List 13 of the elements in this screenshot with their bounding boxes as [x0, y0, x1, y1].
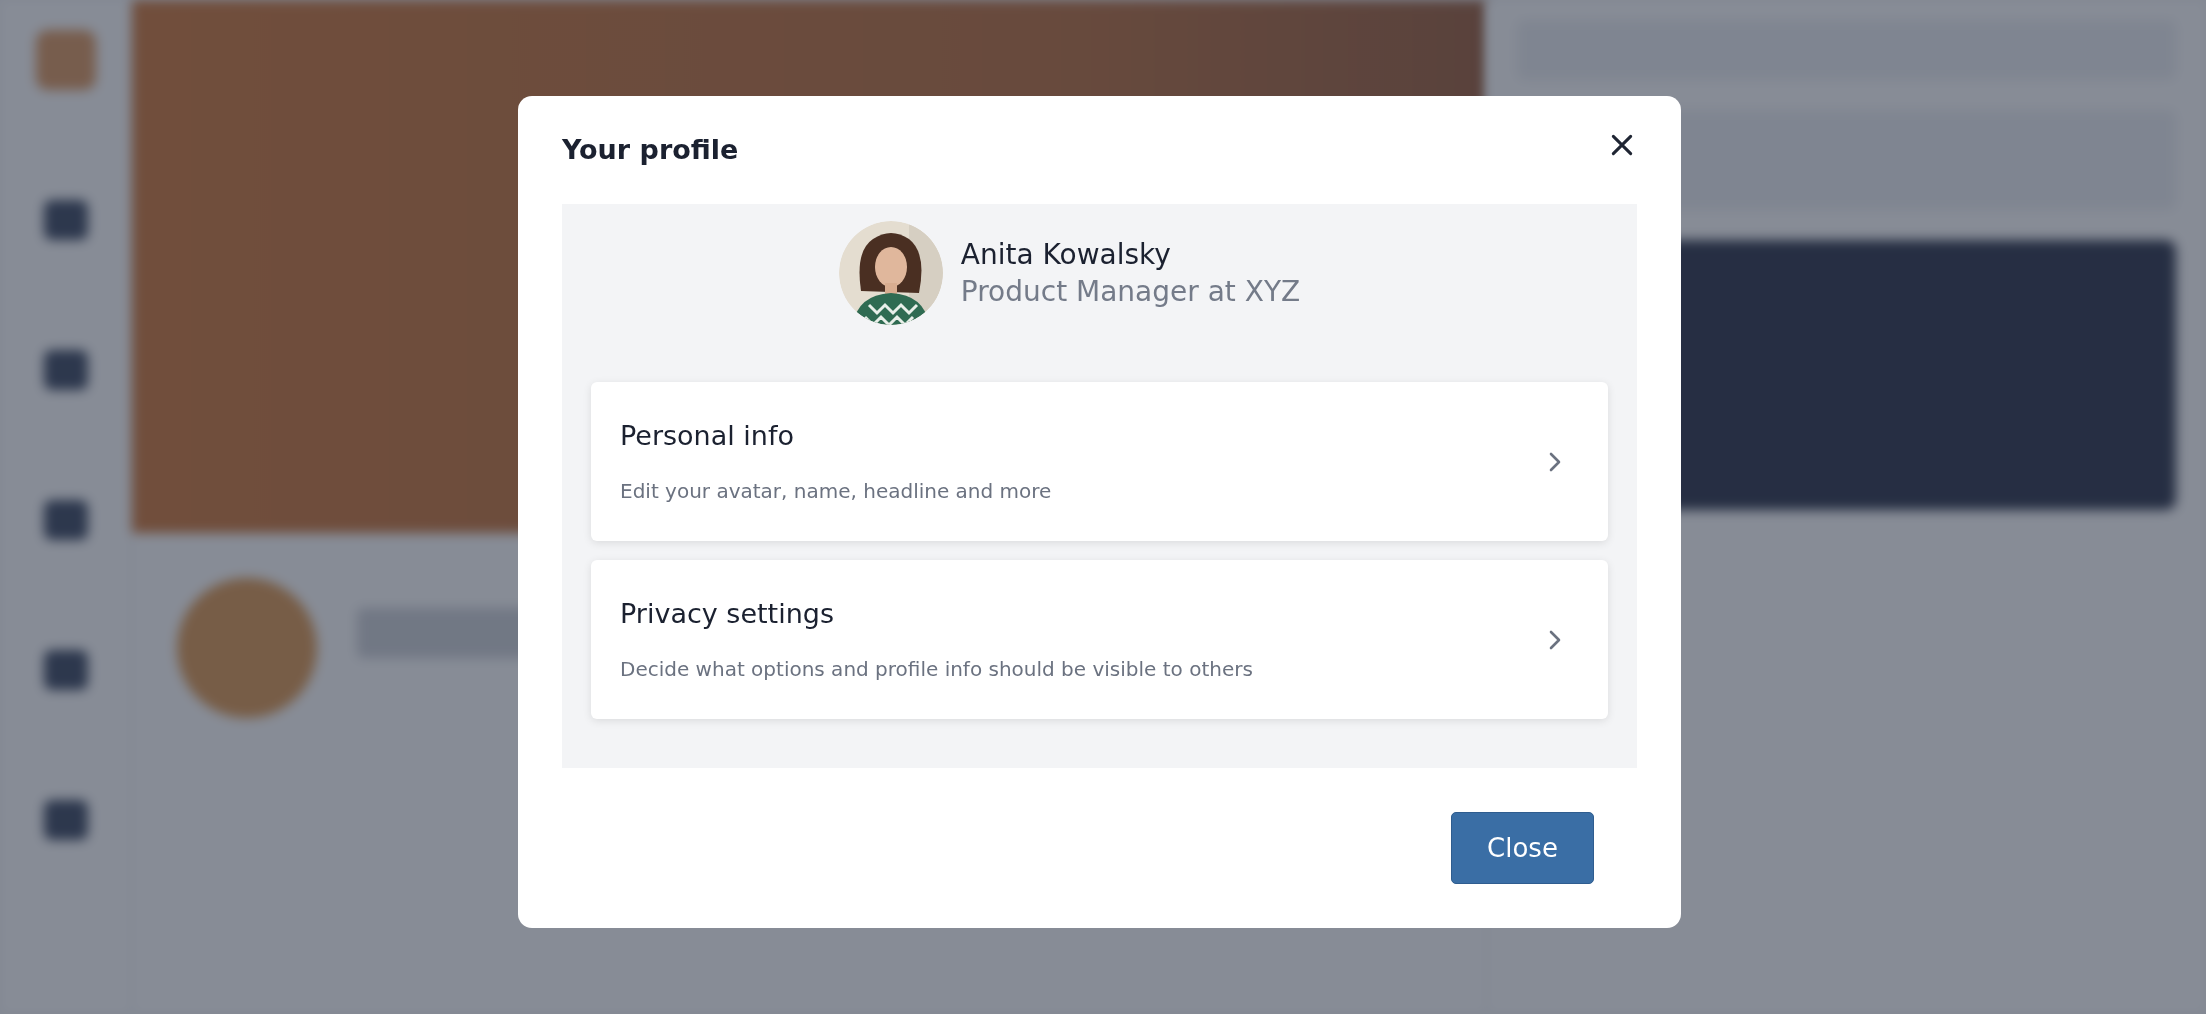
chevron-right-icon — [1549, 629, 1561, 650]
card-description: Decide what options and profile info should be visible to others — [620, 657, 1253, 681]
card-title: Privacy settings — [620, 598, 835, 629]
close-icon[interactable] — [1609, 132, 1635, 158]
profile-headline: Product Manager at XYZ — [960, 275, 1301, 308]
settings-card[interactable]: Privacy settings Decide what options and profile info should be visible to others — [591, 560, 1608, 719]
close-button[interactable]: Close — [1451, 812, 1594, 884]
settings-card[interactable]: Personal info Edit your avatar, name, headline and more — [591, 382, 1608, 541]
card-title: Personal info — [620, 420, 795, 451]
profile-name: Anita Kowalsky — [960, 238, 1172, 271]
card-description: Edit your avatar, name, headline and more — [620, 479, 1052, 503]
chevron-right-icon — [1549, 451, 1561, 472]
dialog-title: Your profile — [562, 134, 739, 165]
